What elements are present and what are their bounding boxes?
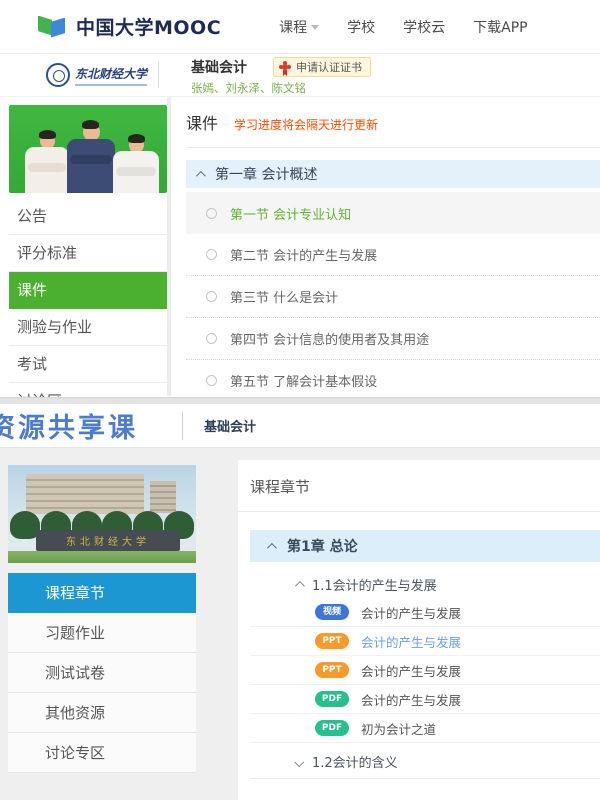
campus-photo: 东北财经大学 <box>8 465 196 563</box>
chevron-up-icon <box>267 542 277 552</box>
chapters-panel: 课程章节 第1章 总论 1.1会计的产生与发展 视频 会计的产生与发展 PPT … <box>238 460 600 800</box>
section-row-3[interactable]: 第三节 什么是会计 <box>186 276 600 318</box>
sidebar-item-quizzes[interactable]: 测验与作业 <box>9 309 167 346</box>
page-title: 课件 <box>186 110 218 134</box>
sidebar-item-chapters[interactable]: 课程章节 <box>8 573 196 613</box>
mooc-top-nav: 中国大学MOOC 课程 学校 学校云 下载APP <box>0 0 600 54</box>
mooc-sidebar: 公告 评分标准 课件 测验与作业 考试 讨论区 <box>9 97 167 397</box>
section-row-1[interactable]: 第一节 会计专业认知 <box>186 192 600 234</box>
unit-row-1-2[interactable]: 1.2会计的含义 <box>250 745 600 779</box>
university-logo[interactable]: 东北财经大学 <box>46 63 150 87</box>
course-title: 基础会计 <box>191 57 247 77</box>
section-row-5[interactable]: 第五节 了解会计基本假设 <box>186 360 600 397</box>
chapter-header-1[interactable]: 第1章 总论 <box>250 530 600 562</box>
sidebar-item-grading[interactable]: 评分标准 <box>9 235 167 272</box>
screenshot-seam <box>0 397 600 404</box>
share-header: 资源共享课 基础会计 <box>0 404 600 448</box>
instructor-figure <box>25 133 69 193</box>
nav-item-download-app[interactable]: 下载APP <box>473 17 527 37</box>
mooc-logo-icon <box>38 14 68 40</box>
section-row-4[interactable]: 第四节 会计信息的使用者及其用途 <box>186 318 600 360</box>
share-sidebar: 东北财经大学 课程章节 习题作业 测试试卷 其他资源 讨论专区 <box>8 465 196 773</box>
course-title: 基础会计 <box>204 416 256 435</box>
share-course-page: 资源共享课 基础会计 东北财经大学 课程章节 习题作业 测试试卷 其他资源 讨论… <box>0 404 600 800</box>
resource-row-pdf-2[interactable]: PDF 初为会计之道 <box>250 714 600 743</box>
university-seal-icon <box>46 63 70 87</box>
chevron-up-icon <box>295 580 305 590</box>
instructor-links[interactable]: 张嫣、刘永泽、陈文铭 <box>191 80 371 96</box>
sidebar-item-discussion[interactable]: 讨论专区 <box>8 733 196 773</box>
building <box>26 474 144 514</box>
nav-item-school-cloud[interactable]: 学校云 <box>403 17 445 37</box>
resource-row-ppt-2[interactable]: PPT 会计的产生与发展 <box>250 656 600 685</box>
sidebar-item-exams[interactable]: 考试 <box>9 346 167 383</box>
sidebar-item-other-resources[interactable]: 其他资源 <box>8 693 196 733</box>
instructor-figure <box>67 123 115 193</box>
ppt-badge: PPT <box>315 662 349 678</box>
sidebar-item-courseware[interactable]: 课件 <box>9 272 167 309</box>
sidebar-item-homework[interactable]: 习题作业 <box>8 613 196 653</box>
divider <box>186 147 600 148</box>
resource-row-pdf-1[interactable]: PDF 会计的产生与发展 <box>250 685 600 714</box>
pdf-badge: PDF <box>315 691 349 707</box>
ppt-badge: PPT <box>315 633 349 649</box>
chevron-down-icon <box>294 757 304 767</box>
campus-sign-text: 东北财经大学 <box>66 533 150 548</box>
university-caption <box>75 84 147 86</box>
building <box>150 481 176 513</box>
status-circle-icon <box>206 291 217 302</box>
main-nav: 课程 学校 学校云 下载APP <box>251 17 527 37</box>
logo-flag-blue <box>51 18 65 38</box>
chapter-header-1[interactable]: 第一章 会计概述 <box>186 160 600 188</box>
status-circle-icon <box>206 208 217 219</box>
lawn <box>8 551 196 563</box>
divider <box>167 97 171 396</box>
panel-title: 课程章节 <box>238 476 600 497</box>
video-badge: 视频 <box>315 604 349 620</box>
courseware-panel: 课件 学习进度将会隔天进行更新 第一章 会计概述 第一节 会计专业认知 第二节 … <box>186 97 600 397</box>
campus-sign: 东北财经大学 <box>36 530 180 551</box>
medal-flower-icon <box>278 60 291 73</box>
divider <box>158 62 159 88</box>
divider <box>238 511 600 512</box>
divider <box>182 412 183 440</box>
course-info-bar: 东北财经大学 基础会计 申请认证证书 张嫣、刘永泽、陈文铭 <box>0 54 600 97</box>
sidebar-item-tests[interactable]: 测试试卷 <box>8 653 196 693</box>
unit-row-1-1[interactable]: 1.1会计的产生与发展 <box>250 570 600 598</box>
mooc-logo[interactable]: 中国大学MOOC <box>38 13 221 40</box>
resource-row-video[interactable]: 视频 会计的产生与发展 <box>250 598 600 627</box>
logo-flag-green <box>38 16 52 36</box>
mooc-page: 中国大学MOOC 课程 学校 学校云 下载APP 东北财经大学 基础会计 申请认… <box>0 0 600 397</box>
sidebar-item-forum[interactable]: 讨论区 <box>9 383 167 397</box>
status-circle-icon <box>206 375 217 386</box>
nav-item-courses[interactable]: 课程 <box>279 17 319 37</box>
apply-certificate-button[interactable]: 申请认证证书 <box>273 57 371 77</box>
instructor-figure <box>113 137 159 193</box>
resource-row-ppt-1[interactable]: PPT 会计的产生与发展 <box>250 627 600 656</box>
nav-item-schools[interactable]: 学校 <box>347 17 375 37</box>
chevron-down-icon <box>311 25 319 30</box>
pdf-badge: PDF <box>315 720 349 736</box>
chevron-up-icon <box>196 170 206 180</box>
section-row-2[interactable]: 第二节 会计的产生与发展 <box>186 234 600 276</box>
sidebar-item-announcements[interactable]: 公告 <box>9 198 167 235</box>
status-circle-icon <box>206 333 217 344</box>
university-name: 东北财经大学 <box>75 65 147 82</box>
status-circle-icon <box>206 249 217 260</box>
mooc-logo-text: 中国大学MOOC <box>76 13 221 40</box>
progress-notice: 学习进度将会隔天进行更新 <box>234 116 378 133</box>
site-title: 资源共享课 <box>0 406 138 445</box>
instructor-photo <box>9 105 167 193</box>
